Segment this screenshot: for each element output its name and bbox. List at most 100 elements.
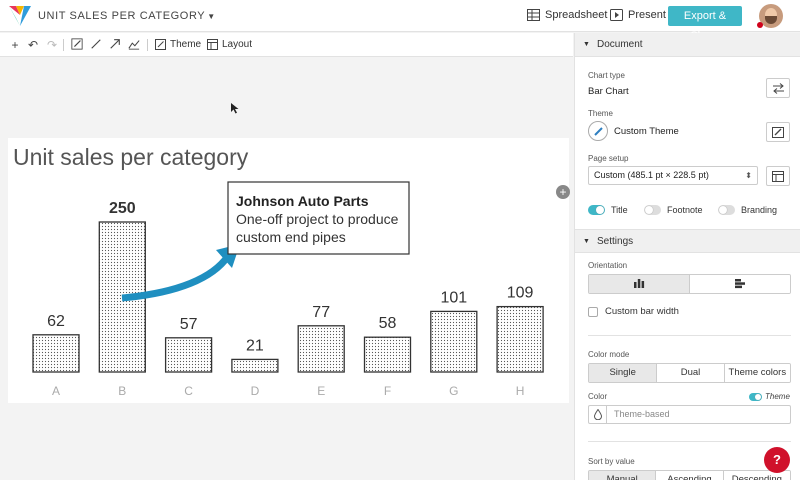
edit-theme-button[interactable] [766,122,790,142]
table-icon [527,9,540,21]
value-label-a: 62 [47,313,65,330]
droplet-icon [594,409,602,420]
play-icon [610,9,623,21]
value-label-c: 57 [180,316,198,333]
color-mode-theme[interactable]: Theme colors [724,364,790,382]
present-button[interactable]: Present [610,9,666,21]
collapse-triangle-icon: ▼ [583,238,590,245]
category-label-b: B [118,384,126,398]
add-element-button[interactable]: + [556,185,570,199]
value-label-b: 250 [109,200,136,217]
value-label-h: 109 [507,285,534,302]
color-theme-toggle[interactable]: Theme [749,392,790,401]
category-label-e: E [317,384,325,398]
help-button[interactable]: ? [764,447,790,473]
bar-g[interactable] [430,310,478,373]
caret-down-icon: ▼ [207,12,216,21]
avatar-beard [765,16,777,24]
spreadsheet-button[interactable]: Spreadsheet [527,9,607,21]
custom-bar-width-label: Custom bar width [605,306,679,317]
title-toggle[interactable]: Title [588,205,628,215]
footnote-toggle[interactable]: Footnote [644,205,703,215]
section-divider [588,335,791,336]
orientation-label: Orientation [588,261,628,270]
value-label-g: 101 [440,289,467,306]
color-mode-toggle: Single Dual Theme colors [588,363,791,383]
pencil-icon[interactable] [70,38,84,52]
category-label-g: G [449,384,458,398]
bar-f[interactable] [363,336,412,373]
sort-label: Sort by value [588,457,635,466]
undo-icon[interactable]: ↶ [26,38,40,52]
vertical-orientation-button[interactable] [589,275,690,293]
custom-bar-width-checkbox[interactable]: Custom bar width [588,306,679,317]
bar-d[interactable] [231,358,279,373]
sort-manual[interactable]: Manual [589,471,657,480]
layout-icon [772,171,784,182]
color-theme-switch[interactable] [749,392,762,401]
section-divider [588,441,791,442]
color-label: Color [588,392,608,401]
add-icon[interactable]: + [8,38,22,52]
bar-chart: 62 A 250 B 57 C 21 D 77 E 58 F 101 G 109 H Johnson Auto… [32,181,544,398]
bar-e[interactable] [297,325,345,373]
toolbar-divider [63,39,64,51]
category-label-a: A [52,384,60,398]
bar-h[interactable] [496,305,544,373]
redo-icon[interactable]: ↷ [45,38,59,52]
footnote-switch[interactable] [644,205,661,215]
color-field[interactable]: Theme-based [588,405,791,424]
present-label: Present [628,9,666,21]
checkbox-box[interactable] [588,306,598,317]
sort-ascending[interactable]: Ascending [656,471,724,480]
collapse-triangle-icon: ▼ [583,41,590,48]
color-mode-dual[interactable]: Dual [657,364,725,382]
document-title: UNIT SALES PER CATEGORY [38,10,206,22]
chart-range-icon[interactable] [127,38,141,52]
category-label-d: D [251,384,260,398]
swap-chart-type-button[interactable] [766,78,790,98]
select-arrows-icon: ⬍ [745,171,752,180]
color-mode-single[interactable]: Single [589,364,658,382]
branding-toggle[interactable]: Branding [718,205,777,215]
theme-label: Theme [170,39,202,50]
arrow-icon[interactable] [108,38,122,52]
document-section-header[interactable]: ▼ Document [575,33,800,57]
value-label-d: 21 [246,337,264,354]
theme-button[interactable]: Theme [155,39,201,50]
annotation-heading: Johnson Auto Parts [236,193,369,209]
settings-header-label: Settings [597,236,634,247]
branding-switch[interactable] [718,205,735,215]
app-logo[interactable] [9,6,31,26]
page-setup-label: Page setup [588,154,629,163]
color-field-placeholder: Theme-based [614,409,670,419]
line-icon[interactable] [89,38,103,52]
top-header: UNIT SALES PER CATEGORY ▼ Spreadsheet Pre… [0,0,800,42]
document-title-menu[interactable]: UNIT SALES PER CATEGORY ▼ [38,10,216,22]
bar-c[interactable] [164,337,213,373]
chart-card[interactable]: Unit sales per category 62 A 250 B 57 C 21 D 77 E… [8,138,569,403]
mouse-cursor-icon [231,103,239,114]
title-switch[interactable] [588,205,605,215]
color-swatch[interactable] [589,406,607,423]
layout-icon [207,39,218,50]
export-share-button[interactable]: Export & Share [668,6,742,42]
chart-type-label: Chart type [588,71,625,80]
chart-canvas[interactable]: Unit sales per category 62 A 250 B 57 C 21 D 77 E… [0,58,573,480]
chart-type-value: Bar Chart [588,86,629,97]
orientation-toggle [588,274,791,294]
theme-swatch[interactable] [588,121,608,141]
layout-button[interactable]: Layout [207,39,252,50]
page-setup-value: Custom (485.1 pt × 228.5 pt) [594,170,709,180]
annotation-box[interactable]: Johnson Auto Parts One-off project to pr… [227,181,410,255]
vertical-bars-icon [634,279,645,288]
page-layout-button[interactable] [766,166,790,186]
settings-section-header[interactable]: ▼ Settings [575,229,800,253]
category-label-c: C [184,384,193,398]
swap-icon [773,83,784,94]
annotation-line-1: One-off project to produce [236,211,399,227]
color-mode-label: Color mode [588,350,630,359]
page-setup-select[interactable]: Custom (485.1 pt × 228.5 pt) ⬍ [588,166,758,185]
horizontal-orientation-button[interactable] [690,275,790,293]
bar-a[interactable] [32,334,80,373]
